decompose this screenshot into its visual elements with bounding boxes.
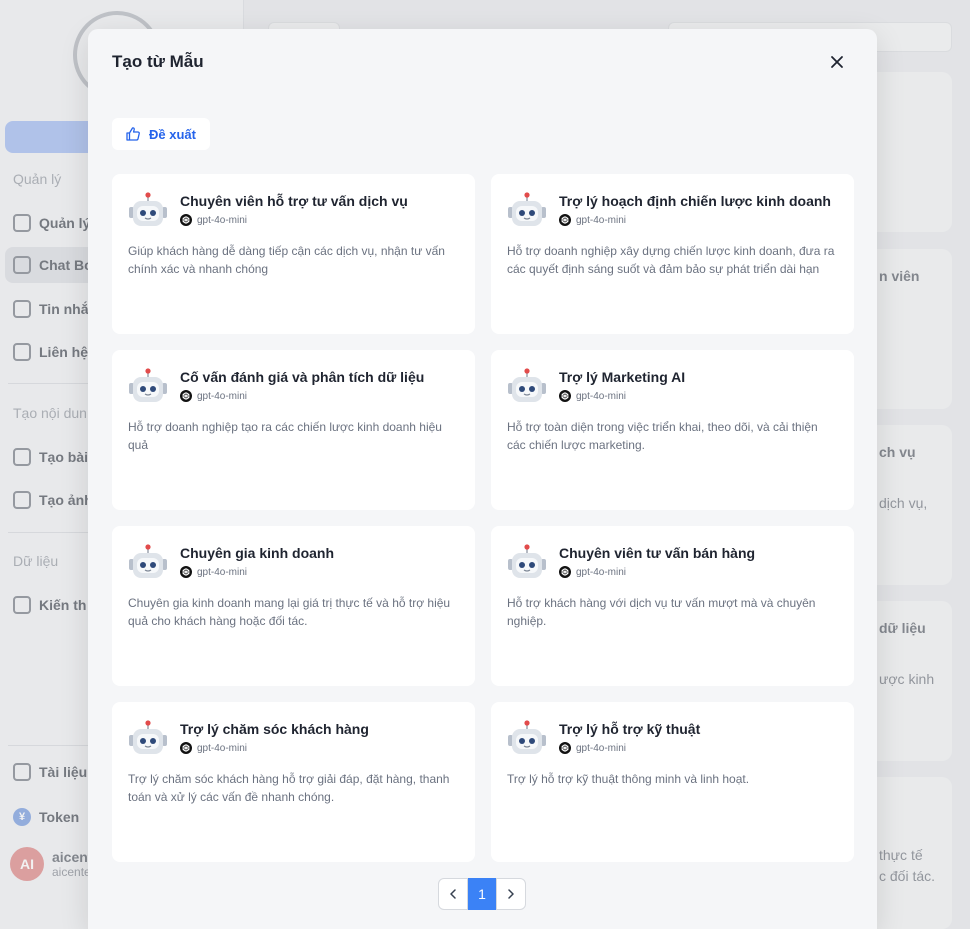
template-description: Trợ lý hỗ trợ kỹ thuật thông minh và lin… [507, 772, 750, 786]
template-description: Giúp khách hàng dễ dàng tiếp cận các dịc… [128, 244, 445, 276]
robot-icon [508, 544, 546, 578]
robot-icon [508, 368, 546, 402]
openai-icon [180, 214, 192, 226]
template-card[interactable]: Chuyên viên hỗ trợ tư vấn dịch vụ gpt-4o… [112, 174, 475, 334]
robot-icon [129, 368, 167, 402]
template-model: gpt-4o-mini [559, 214, 626, 226]
openai-icon [559, 566, 571, 578]
template-description: Hỗ trợ doanh nghiệp tạo ra các chiến lượ… [128, 420, 442, 452]
template-model: gpt-4o-mini [559, 390, 626, 402]
openai-icon [559, 742, 571, 754]
template-card[interactable]: Trợ lý hỗ trợ kỹ thuật gpt-4o-mini Trợ l… [491, 702, 854, 862]
robot-icon [129, 192, 167, 226]
model-name: gpt-4o-mini [576, 214, 627, 226]
template-model: gpt-4o-mini [559, 742, 626, 754]
robot-icon [508, 192, 546, 226]
prev-page-button[interactable] [438, 878, 468, 910]
template-description: Hỗ trợ khách hàng với dịch vụ tư vấn mượ… [507, 596, 816, 628]
model-name: gpt-4o-mini [197, 214, 248, 226]
chevron-right-icon [508, 889, 514, 899]
template-description: Chuyên gia kinh doanh mang lại giá trị t… [128, 596, 451, 628]
template-title: Trợ lý hỗ trợ kỹ thuật [559, 721, 701, 737]
template-title: Chuyên viên hỗ trợ tư vấn dịch vụ [180, 193, 408, 209]
chevron-left-icon [450, 889, 456, 899]
openai-icon [180, 390, 192, 402]
thumbs-up-icon [126, 127, 140, 141]
template-modal: Tạo từ Mẫu Đề xuất Chuyên viên hỗ trợ tư… [88, 29, 877, 929]
template-model: gpt-4o-mini [180, 566, 247, 578]
template-card[interactable]: Chuyên gia kinh doanh gpt-4o-mini Chuyên… [112, 526, 475, 686]
template-card[interactable]: Trợ lý hoạch định chiến lược kinh doanh … [491, 174, 854, 334]
suggested-filter-button[interactable]: Đề xuất [112, 118, 210, 150]
template-title: Chuyên viên tư vấn bán hàng [559, 545, 756, 561]
pagination: 1 [438, 878, 526, 910]
close-button[interactable] [826, 51, 848, 73]
model-name: gpt-4o-mini [197, 566, 248, 578]
model-name: gpt-4o-mini [197, 390, 248, 402]
template-card[interactable]: Cố vấn đánh giá và phân tích dữ liệu gpt… [112, 350, 475, 510]
template-description: Hỗ trợ doanh nghiệp xây dựng chiến lược … [507, 244, 835, 276]
template-title: Trợ lý chăm sóc khách hàng [180, 721, 369, 737]
template-title: Trợ lý Marketing AI [559, 369, 686, 385]
robot-icon [508, 720, 546, 754]
template-title: Chuyên gia kinh doanh [180, 545, 335, 561]
template-description: Trợ lý chăm sóc khách hàng hỗ trợ giải đ… [128, 772, 450, 804]
page-button-current[interactable]: 1 [468, 878, 496, 910]
template-card[interactable]: Chuyên viên tư vấn bán hàng gpt-4o-mini … [491, 526, 854, 686]
openai-icon [180, 566, 192, 578]
template-model: gpt-4o-mini [180, 390, 247, 402]
next-page-button[interactable] [496, 878, 526, 910]
model-name: gpt-4o-mini [576, 742, 627, 754]
template-card[interactable]: Trợ lý chăm sóc khách hàng gpt-4o-mini T… [112, 702, 475, 862]
robot-icon [129, 720, 167, 754]
openai-icon [180, 742, 192, 754]
template-description: Hỗ trợ toàn diện trong việc triển khai, … [507, 420, 818, 452]
template-title: Cố vấn đánh giá và phân tích dữ liệu [180, 369, 425, 385]
model-name: gpt-4o-mini [576, 566, 627, 578]
openai-icon [559, 390, 571, 402]
template-model: gpt-4o-mini [559, 566, 626, 578]
template-card[interactable]: Trợ lý Marketing AI gpt-4o-mini Hỗ trợ t… [491, 350, 854, 510]
template-model: gpt-4o-mini [180, 214, 247, 226]
model-name: gpt-4o-mini [576, 390, 627, 402]
close-icon [831, 56, 843, 68]
model-name: gpt-4o-mini [197, 742, 248, 754]
openai-icon [559, 214, 571, 226]
filter-label: Đề xuất [149, 126, 196, 142]
template-title: Trợ lý hoạch định chiến lược kinh doanh [559, 193, 831, 209]
template-model: gpt-4o-mini [180, 742, 247, 754]
robot-icon [129, 544, 167, 578]
modal-title: Tạo từ Mẫu [112, 52, 204, 71]
